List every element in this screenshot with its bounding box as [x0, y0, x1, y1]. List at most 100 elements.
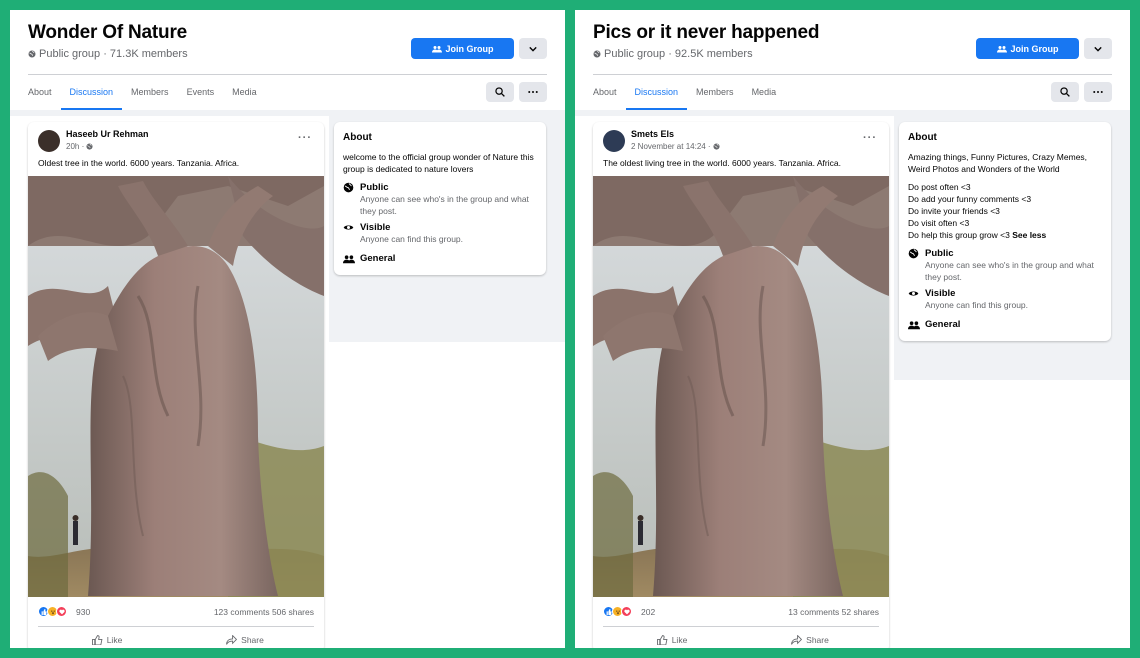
join-group-button[interactable]: Join Group — [411, 38, 514, 59]
tab-events[interactable]: Events — [178, 75, 224, 110]
eye-icon — [908, 291, 919, 296]
post-actions: Like Share — [603, 630, 879, 648]
post-divider — [603, 626, 879, 627]
globe-icon — [28, 50, 36, 58]
like-label: Like — [106, 635, 123, 645]
post-actions: Like Share — [38, 630, 314, 648]
tab-list: About Discussion Members Events Media — [28, 75, 266, 110]
post-time-text[interactable]: 2 November at 14:24 · — [631, 142, 711, 151]
group-tabs: About Discussion Members Media — [593, 75, 1112, 110]
post-options-icon[interactable]: ··· — [298, 132, 312, 144]
more-button[interactable] — [519, 82, 547, 102]
public-row: Public Anyone can see who's in the group… — [343, 181, 537, 217]
more-button[interactable] — [1084, 82, 1112, 102]
visible-label: Visible — [925, 288, 956, 299]
search-button[interactable] — [1051, 82, 1079, 102]
about-rule-text: Do visit often <3 — [908, 218, 970, 228]
about-rule: Do visit often <3 — [908, 217, 1102, 229]
tab-about[interactable]: About — [28, 75, 61, 110]
about-rule-text: Do help this group grow <3 — [908, 230, 1010, 240]
post-options-icon[interactable]: ··· — [863, 132, 877, 144]
ellipsis-icon — [528, 91, 538, 93]
tab-discussion[interactable]: Discussion — [625, 75, 688, 110]
love-reaction-icon — [56, 606, 67, 617]
share-label: Share — [241, 635, 264, 645]
comments-shares[interactable]: 13 comments 52 shares — [788, 607, 879, 617]
reaction-icons[interactable] — [603, 606, 632, 617]
reactions-bar: 930 123 comments 506 shares — [38, 606, 314, 620]
join-group-button[interactable]: Join Group — [976, 38, 1079, 59]
share-icon — [791, 635, 803, 645]
post-author[interactable]: Haseeb Ur Rehman — [66, 129, 149, 139]
baobab-tree-photo — [28, 176, 324, 597]
tab-members[interactable]: Members — [122, 75, 178, 110]
visible-description: Anyone can find this group. — [360, 234, 464, 244]
visible-label: Visible — [360, 222, 391, 233]
general-row[interactable]: General — [908, 318, 1102, 331]
tab-about[interactable]: About — [593, 75, 626, 110]
share-button[interactable]: Share — [741, 630, 879, 648]
share-icon — [226, 635, 238, 645]
group-header: Pics or it never happened Public group ·… — [593, 10, 1112, 74]
about-rule-text: Do add your funny comments <3 — [908, 194, 1032, 204]
join-group-label: Join Group — [1010, 43, 1059, 54]
tab-discussion[interactable]: Discussion — [60, 75, 123, 110]
avatar[interactable] — [603, 130, 625, 152]
see-less-link[interactable]: See less — [1012, 230, 1046, 240]
like-label: Like — [671, 635, 688, 645]
visible-description: Anyone can find this group. — [925, 300, 1029, 310]
post-time-text[interactable]: 20h · — [66, 142, 84, 151]
about-rule: Do help this group grow <3 See less — [908, 229, 1102, 241]
about-title: About — [908, 132, 937, 143]
group-title: Pics or it never happened — [593, 22, 820, 43]
post-text: The oldest living tree in the world. 600… — [603, 158, 841, 168]
post-card: Smets Els 2 November at 14:24 · ··· The … — [593, 122, 889, 648]
share-button[interactable]: Share — [176, 630, 314, 648]
post-card: Haseeb Ur Rehman 20h · ··· Oldest tree i… — [28, 122, 324, 648]
comments-shares[interactable]: 123 comments 506 shares — [214, 607, 314, 617]
public-description: Anyone can see who's in the group and wh… — [925, 260, 1094, 282]
avatar[interactable] — [38, 130, 60, 152]
group-tabs: About Discussion Members Events Media — [28, 75, 547, 110]
ellipsis-icon — [1093, 91, 1103, 93]
post-text: Oldest tree in the world. 6000 years. Ta… — [38, 158, 240, 168]
group-meta: Public group · 71.3K members — [28, 48, 188, 60]
globe-icon — [908, 248, 919, 259]
globe-icon — [593, 50, 601, 58]
group-meta-text: Public group · 71.3K members — [39, 48, 188, 60]
thumbs-up-icon — [91, 635, 103, 645]
reaction-icons[interactable] — [38, 606, 67, 617]
post-author[interactable]: Smets Els — [631, 129, 674, 139]
share-label: Share — [806, 635, 829, 645]
tab-media[interactable]: Media — [743, 75, 786, 110]
public-label: Public — [360, 182, 389, 193]
more-options-dropdown[interactable] — [519, 38, 547, 59]
search-button[interactable] — [486, 82, 514, 102]
post-image[interactable] — [28, 176, 324, 597]
post-divider — [38, 626, 314, 627]
reaction-count[interactable]: 930 — [76, 607, 90, 617]
more-options-dropdown[interactable] — [1084, 38, 1112, 59]
post-time: 20h · — [66, 142, 93, 151]
group-meta: Public group · 92.5K members — [593, 48, 753, 60]
visible-row: Visible Anyone can find this group. — [908, 287, 1102, 312]
group-meta-text: Public group · 92.5K members — [604, 48, 753, 60]
like-button[interactable]: Like — [603, 630, 741, 648]
tab-media[interactable]: Media — [223, 75, 266, 110]
tab-actions — [1051, 82, 1112, 102]
group-header: Wonder Of Nature Public group · 71.3K me… — [28, 10, 547, 74]
eye-icon — [343, 225, 354, 230]
reaction-count[interactable]: 202 — [641, 607, 655, 617]
about-rule-text: Do invite your friends <3 — [908, 206, 1000, 216]
tab-members[interactable]: Members — [687, 75, 743, 110]
visible-row: Visible Anyone can find this group. — [343, 221, 537, 246]
chevron-down-icon — [1094, 46, 1102, 52]
about-rule: Do invite your friends <3 — [908, 205, 1102, 217]
post-image[interactable] — [593, 176, 889, 597]
like-button[interactable]: Like — [38, 630, 176, 648]
general-row[interactable]: General — [343, 252, 537, 265]
globe-icon — [713, 143, 720, 150]
general-label: General — [925, 318, 961, 330]
group-screenshot-right: Pics or it never happened Public group ·… — [575, 10, 1130, 648]
about-rules: Do post often <3 Do add your funny commen… — [908, 181, 1102, 241]
